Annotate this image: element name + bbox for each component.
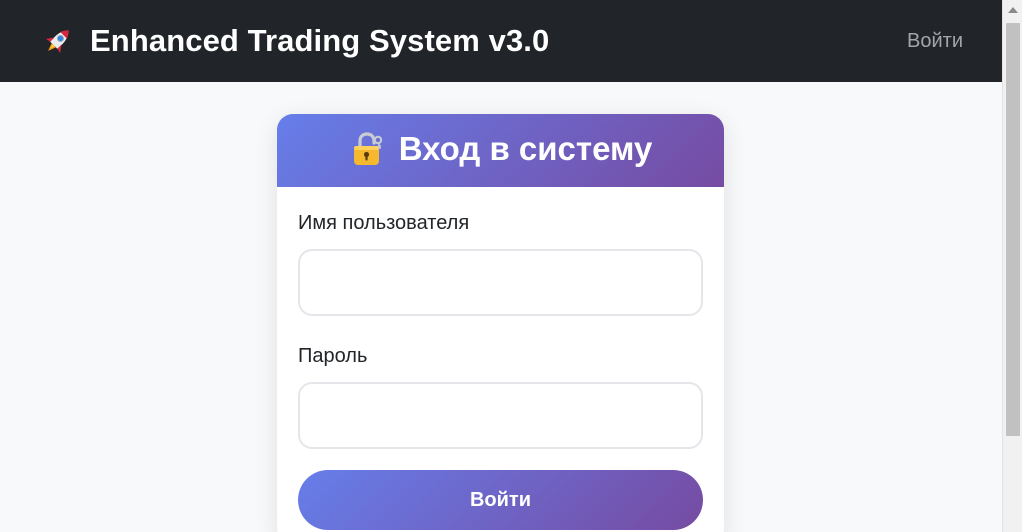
login-submit-button[interactable]: Войти <box>298 470 703 530</box>
rocket-icon <box>40 23 76 59</box>
login-form: Имя пользователя Пароль Войти <box>277 187 724 530</box>
top-navbar: Enhanced Trading System v3.0 Войти <box>0 0 1002 82</box>
login-card-header: Вход в систему <box>277 114 724 187</box>
page: Enhanced Trading System v3.0 Войти Вход … <box>0 0 1022 532</box>
nav-login-link[interactable]: Войти <box>907 30 963 53</box>
username-input[interactable] <box>298 249 703 316</box>
username-label: Имя пользователя <box>298 212 470 234</box>
login-card: Вход в систему Имя пользователя Пароль В… <box>277 114 724 532</box>
brand-title: Enhanced Trading System v3.0 <box>90 23 550 58</box>
brand-link[interactable]: Enhanced Trading System v3.0 <box>40 23 549 59</box>
login-card-title: Вход в систему <box>398 129 653 167</box>
scroll-up-arrow-icon[interactable] <box>1008 7 1018 13</box>
lock-icon <box>349 131 385 167</box>
vertical-scrollbar[interactable] <box>1002 0 1022 532</box>
password-label: Пароль <box>298 345 368 367</box>
password-input[interactable] <box>298 382 703 449</box>
scrollbar-thumb[interactable] <box>1006 23 1020 436</box>
